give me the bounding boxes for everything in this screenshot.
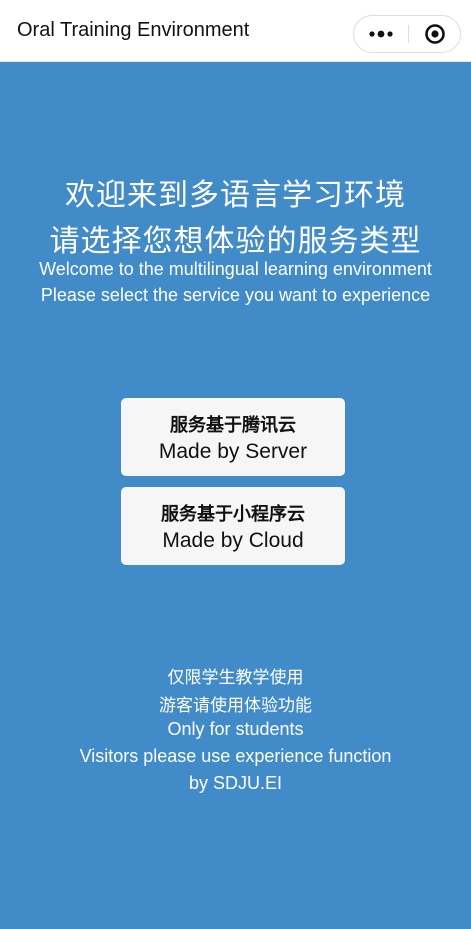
menu-capsule	[353, 15, 461, 53]
welcome-text-en-2: Please select the service you want to ex…	[40, 285, 431, 305]
welcome-title-zh-2: 请选择您想体验的服务类型	[49, 224, 422, 259]
welcome-title-zh-1: 欢迎来到多语言学习环境	[65, 178, 406, 213]
welcome-text-en-1: Welcome to the multilingual learning env…	[39, 259, 432, 279]
notice-visitors-en: Visitors please use experience function	[79, 746, 392, 766]
notice-visitors-zh: 游客请使用体验功能	[159, 696, 312, 716]
app-title: Oral Training Environment	[17, 19, 250, 41]
target-close-icon	[425, 24, 445, 44]
credit-text: by SDJU.EI	[188, 773, 283, 793]
close-button[interactable]	[409, 16, 461, 52]
notice-students-zh: 仅限学生教学使用	[167, 668, 304, 688]
cloud-service-button[interactable]: 服务基于小程序云 Made by Cloud	[121, 487, 345, 565]
server-service-label-zh: 服务基于腾讯云	[170, 415, 296, 436]
server-service-button[interactable]: 服务基于腾讯云 Made by Server	[121, 398, 345, 476]
nav-bar: Oral Training Environment	[0, 0, 471, 62]
more-button[interactable]	[354, 16, 408, 52]
notice-students-en: Only for students	[167, 719, 304, 739]
server-service-label-en: Made by Server	[158, 440, 308, 463]
cloud-service-label-zh: 服务基于小程序云	[161, 504, 305, 525]
cloud-service-label-en: Made by Cloud	[162, 529, 304, 552]
more-dots-icon	[369, 30, 393, 38]
